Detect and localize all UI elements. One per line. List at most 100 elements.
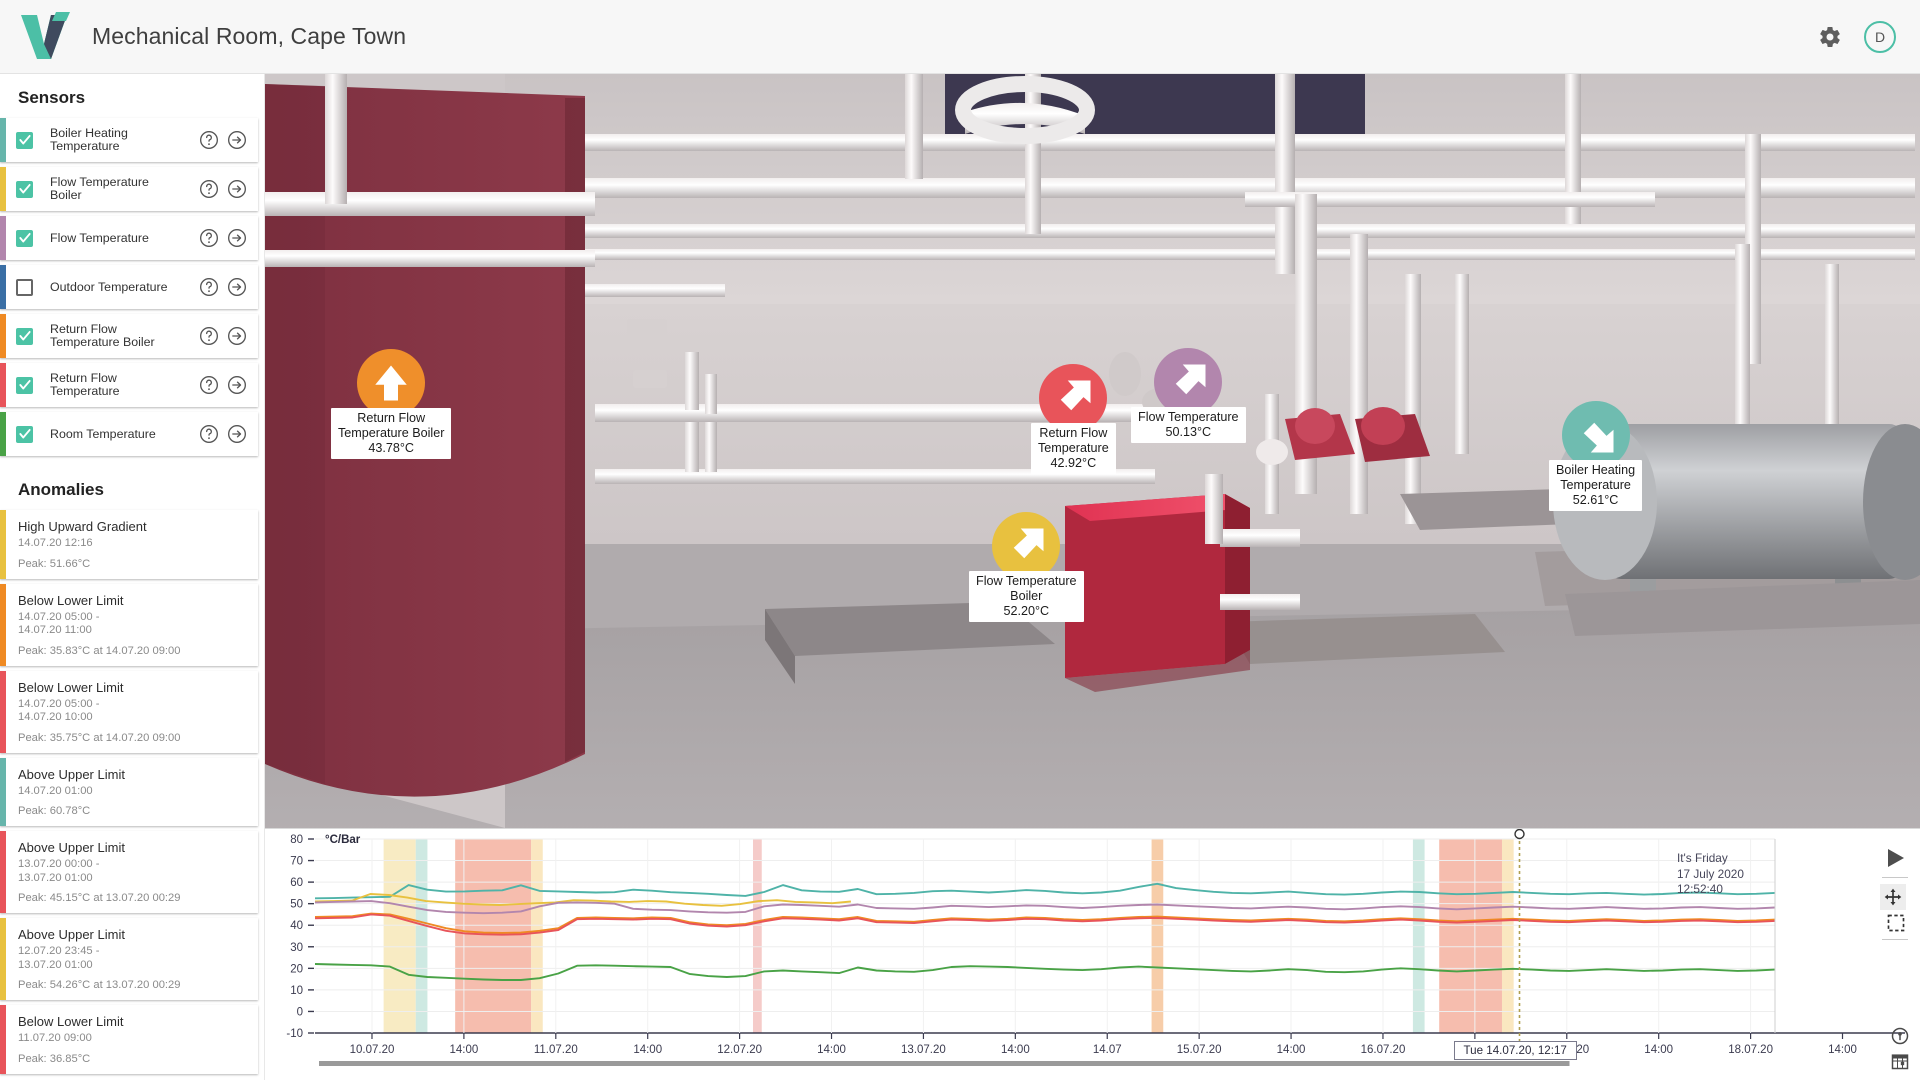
sensor-checkbox[interactable] [16, 278, 33, 296]
x-axis-tick: 16.07.20 [1361, 1044, 1406, 1056]
marker-label: Boiler Heating Temperature 52.61°C [1549, 460, 1643, 511]
chart-bottom-tools [1890, 1021, 1910, 1076]
x-axis-tick: 14:00 [633, 1044, 662, 1056]
y-axis-unit: °C/Bar [325, 834, 361, 846]
sensor-marker-flow-temperature-boiler[interactable]: Flow Temperature Boiler 52.20°C [969, 512, 1084, 622]
sensor-row[interactable]: Room Temperature [0, 412, 258, 456]
avatar[interactable]: D [1864, 20, 1896, 53]
arrow-right-icon[interactable] [227, 277, 247, 297]
sensor-row-actions [199, 277, 258, 297]
play-icon[interactable] [1884, 847, 1906, 869]
anomaly-list: High Upward Gradient 14.07.20 12:16 Peak: … [0, 510, 264, 1074]
sensor-row[interactable]: Flow Temperature [0, 216, 258, 260]
marker-icon-down-right-arrow[interactable] [1561, 401, 1630, 469]
header-actions: D [1818, 20, 1896, 53]
sensor-checkbox[interactable] [16, 131, 33, 149]
anomaly-row[interactable]: Above Upper Limit 14.07.20 01:00 Peak: 60.… [0, 757, 258, 826]
anomaly-row[interactable]: High Upward Gradient 14.07.20 12:16 Peak: … [0, 510, 258, 579]
y-axis-tick: 60 [290, 877, 303, 889]
chart-range-scrollbar[interactable] [319, 1061, 1570, 1066]
3d-viewport[interactable]: Return Flow Temperature Boiler 43.78°C Re… [265, 74, 1920, 828]
x-axis-tick: 14:00 [1644, 1044, 1673, 1056]
anomaly-color-bar [0, 583, 6, 666]
sensor-row-actions [199, 179, 258, 199]
arrow-right-icon[interactable] [227, 424, 247, 444]
sensor-marker-boiler-heating-temperature[interactable]: Boiler Heating Temperature 52.61°C [1549, 401, 1643, 511]
anomaly-row[interactable]: Above Upper Limit 13.07.20 00:00 -13.07.2… [0, 831, 258, 913]
anomaly-title: Above Upper Limit [18, 927, 125, 942]
anomaly-row[interactable]: Above Upper Limit 12.07.20 23:45 -13.07.2… [0, 918, 258, 1000]
x-axis-tick: 11.07.20 [534, 1044, 578, 1056]
question-icon[interactable] [199, 277, 219, 297]
sensor-row[interactable]: Outdoor Temperature [0, 265, 258, 309]
sensor-checkbox[interactable] [16, 229, 33, 247]
avatar-initial: D [1874, 28, 1886, 45]
y-axis-tick: 70 [290, 856, 303, 868]
marker-icon-up-arrow[interactable] [357, 349, 426, 417]
clock-panel: It's Friday 17 July 2020 12:52:40 [1677, 851, 1744, 898]
sensor-label: Room Temperature [50, 426, 156, 441]
anomaly-band [531, 839, 543, 1033]
question-icon[interactable] [199, 179, 219, 199]
sensor-checkbox[interactable] [16, 425, 33, 443]
anomaly-title: Above Upper Limit [18, 766, 125, 782]
anomaly-band [1412, 839, 1425, 1033]
marker-icon-up-right-arrow[interactable] [1039, 364, 1108, 432]
sensor-row-actions [199, 130, 258, 150]
arrow-right-icon[interactable] [227, 130, 247, 150]
sensor-color-bar [0, 118, 6, 162]
calendar-icon[interactable] [1890, 1051, 1910, 1071]
y-axis-tick: 30 [290, 942, 303, 954]
sensor-checkbox[interactable] [16, 327, 33, 345]
marker-label: Return Flow Temperature Boiler 43.78°C [331, 408, 452, 459]
sensor-row[interactable]: Return Flow Temperature [0, 363, 258, 407]
arrow-right-icon[interactable] [227, 179, 247, 199]
question-icon[interactable] [199, 375, 219, 395]
anomaly-row[interactable]: Below Lower Limit 14.07.20 05:00 -14.07.2… [0, 583, 258, 666]
box-select-icon[interactable] [1886, 913, 1906, 933]
x-axis-tick: 14:00 [1277, 1044, 1306, 1056]
anomaly-row[interactable]: Below Lower Limit 11.07.20 09:00 Peak: 36.… [0, 1005, 258, 1074]
timeseries-chart[interactable]: 80 70 60 50 40 30 20 10 0 -10 °C/Bar 10.07.20 14:00 1… [265, 828, 1920, 1080]
sensor-checkbox[interactable] [16, 180, 33, 198]
x-axis-tick: 12.07.20 [717, 1044, 762, 1056]
question-icon[interactable] [199, 326, 219, 346]
anomaly-title: Below Lower Limit [18, 592, 124, 608]
gear-icon[interactable] [1818, 25, 1842, 49]
anomaly-time: 11.07.20 09:00 [18, 1032, 92, 1044]
marker-icon-up-right-arrow[interactable] [1154, 348, 1223, 416]
sensors-heading: Sensors [18, 88, 86, 107]
sensor-row[interactable]: Boiler Heating Temperature [0, 118, 258, 162]
x-axis-tick: 18.07.20 [1728, 1044, 1773, 1056]
anomaly-peak: Peak: 36.85°C [18, 1052, 91, 1065]
sensor-row[interactable]: Flow Temperature Boiler [0, 167, 258, 211]
y-axis-tick: 10 [290, 985, 303, 997]
anomaly-band [1439, 839, 1502, 1033]
left-sidebar: Sensors Boiler Heating Temperature Flow T… [0, 74, 265, 1080]
sensor-checkbox[interactable] [16, 376, 33, 394]
time-cursor-handle[interactable] [1514, 829, 1525, 840]
y-axis-tick: 0 [297, 1006, 303, 1018]
sensor-row[interactable]: Return Flow Temperature Boiler [0, 314, 258, 358]
anomalies-heading: Anomalies [18, 480, 104, 499]
anomaly-peak: Peak: 45.15°C at 13.07.20 00:29 [18, 892, 181, 904]
arrow-right-icon[interactable] [227, 228, 247, 248]
anomaly-peak: Peak: 35.75°C at 14.07.20 09:00 [18, 731, 181, 744]
sensor-marker-flow-temperature[interactable]: Flow Temperature 50.13°C [1131, 348, 1246, 443]
marker-icon-up-right-arrow[interactable] [992, 512, 1061, 580]
question-icon[interactable] [199, 228, 219, 248]
anomaly-row[interactable]: Below Lower Limit 14.07.20 05:00 -14.07.2… [0, 670, 258, 753]
arrow-right-icon[interactable] [227, 375, 247, 395]
sensor-marker-return-flow-temperature-boiler[interactable]: Return Flow Temperature Boiler 43.78°C [331, 349, 452, 459]
pan-icon[interactable] [1880, 884, 1906, 910]
vayu-logo [21, 11, 70, 59]
locate-icon[interactable] [1890, 1026, 1910, 1046]
sensor-marker-return-flow-temperature[interactable]: Return Flow Temperature 42.92°C [1031, 364, 1116, 474]
y-axis-tick: 40 [290, 920, 303, 932]
question-icon[interactable] [199, 424, 219, 444]
anomaly-title: Below Lower Limit [18, 1014, 124, 1029]
sensor-label: Return Flow Temperature [50, 371, 120, 398]
arrow-right-icon[interactable] [227, 326, 247, 346]
clock-time: 12:52:40 [1677, 882, 1723, 896]
question-icon[interactable] [199, 130, 219, 150]
